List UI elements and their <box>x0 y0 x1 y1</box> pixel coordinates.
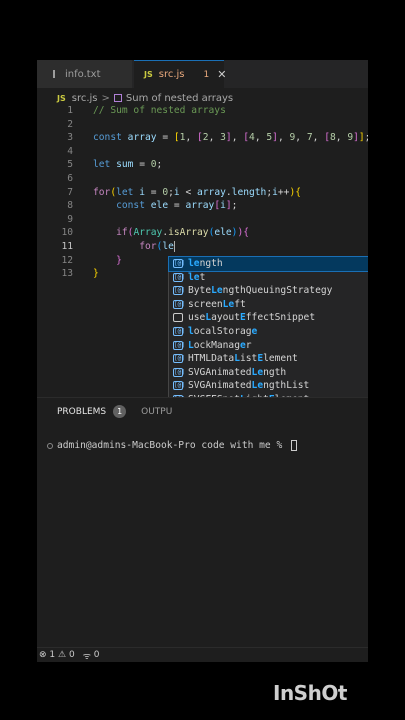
code-line: 7 for(let i = 0;i < array.length;i++){ <box>37 186 368 200</box>
line-number: 11 <box>61 241 73 252</box>
broadcast-icon: ᯤ <box>82 651 94 662</box>
symbol-icon <box>113 94 122 102</box>
property-icon: [@] <box>173 272 185 282</box>
property-icon: [@] <box>173 259 185 268</box>
breadcrumb-file[interactable]: src.js <box>72 93 98 104</box>
terminal-cursor <box>291 440 298 451</box>
suggestion-item[interactable]: [@] HTMLDataListElement <box>169 352 368 366</box>
error-count: 1 <box>49 650 56 660</box>
app-watermark: InShOt <box>273 681 347 705</box>
property-icon: [@] <box>173 381 185 391</box>
code-line: 4 <box>37 145 368 159</box>
close-icon[interactable]: ✕ <box>217 68 226 81</box>
line-number: 3 <box>67 132 73 144</box>
warning-count: 0 <box>68 650 75 660</box>
property-icon: [@] <box>173 299 185 309</box>
suggestion-item[interactable]: [@] screenLeft <box>169 298 368 312</box>
line-number: 9 <box>67 213 73 225</box>
code-line: 5 let sum = 0; <box>37 158 368 172</box>
terminal-status-icon <box>47 442 53 449</box>
suggestion-item[interactable]: [@] length <box>168 256 368 272</box>
tab-src-js[interactable]: JS src.js 1 ✕ <box>134 60 226 88</box>
code-line: 9 <box>37 213 368 227</box>
ports-status[interactable]: ᯤ 0 <box>83 649 100 662</box>
warning-icon: ⚠ <box>58 650 69 660</box>
js-file-icon: JS <box>144 70 153 79</box>
breadcrumb-separator: > <box>101 92 110 104</box>
snippet-icon <box>173 313 183 323</box>
line-number: 5 <box>67 159 73 171</box>
property-icon: [@] <box>173 340 185 350</box>
tab-info-txt[interactable]: info.txt <box>37 60 132 88</box>
js-file-icon: JS <box>57 93 66 103</box>
line-number: 13 <box>61 268 73 280</box>
info-file-icon <box>53 70 60 78</box>
tab-label: info.txt <box>65 68 101 80</box>
panel-tabs: PROBLEMS 1 OUTPU <box>57 404 172 419</box>
code-line: 6 <box>37 172 368 186</box>
tab-label: src.js <box>158 69 185 80</box>
bottom-panel: PROBLEMS 1 OUTPU admin@admins-MacBook-Pr… <box>37 397 368 662</box>
code-line: 11 for(le <box>37 240 368 254</box>
property-icon: [@] <box>173 286 185 296</box>
problem-count-badge: 1 <box>203 69 210 80</box>
code-line: 3 const array = [1, [2, 3], [4, 5], 9, 7,… <box>37 131 368 145</box>
breadcrumb: JS src.js > Sum of nested arrays <box>57 91 233 105</box>
property-icon: [@] <box>173 354 185 364</box>
text-cursor <box>173 240 175 252</box>
line-number: 4 <box>67 145 73 157</box>
ports-count: 0 <box>93 650 100 660</box>
status-bar: ⊗ 1 ⚠ 0 ᯤ 0 <box>37 647 368 662</box>
terminal-prompt: admin@admins-MacBook-Pro code with me % <box>57 440 289 451</box>
suggestion-item[interactable]: [@] localStorage <box>169 325 368 339</box>
suggestion-item[interactable]: [@] SVGAnimatedLengthList <box>169 379 368 393</box>
error-icon: ⊗ <box>39 650 50 660</box>
terminal-line[interactable]: admin@admins-MacBook-Pro code with me % <box>47 440 298 451</box>
suggestion-item[interactable]: useLayoutEffectSnippet <box>169 311 368 325</box>
suggestion-item[interactable]: [@] LockManager <box>169 339 368 353</box>
tab-bar: info.txt JS src.js 1 ✕ <box>37 60 368 88</box>
code-line: 8 const ele = array[i]; <box>37 199 368 213</box>
problems-count-badge: 1 <box>113 405 127 418</box>
editor-window: info.txt JS src.js 1 ✕ JS src.js > Sum o… <box>37 60 368 662</box>
line-number: 1 <box>67 105 73 116</box>
code-line: 10 if(Array.isArray(ele)){ <box>37 226 368 240</box>
code-line: 1// Sum of nested arrays <box>37 104 368 118</box>
line-number: 2 <box>67 118 73 130</box>
problems-tab[interactable]: PROBLEMS <box>57 407 106 417</box>
output-tab[interactable]: OUTPU <box>141 407 172 417</box>
line-number: 6 <box>67 173 73 184</box>
line-number: 12 <box>61 254 73 266</box>
property-icon: [@] <box>173 326 185 336</box>
suggestion-item[interactable]: [@] ByteLengthQueuingStrategy <box>169 284 368 298</box>
line-number: 10 <box>61 227 73 239</box>
property-icon: [@] <box>173 367 185 377</box>
suggestion-item[interactable]: [@] let <box>169 271 368 285</box>
line-number: 7 <box>67 186 73 198</box>
breadcrumb-symbol[interactable]: Sum of nested arrays <box>126 93 233 104</box>
suggestion-item[interactable]: [@] SVGAnimatedLength <box>169 366 368 380</box>
code-line: 2 <box>37 118 368 132</box>
line-number: 8 <box>67 200 73 212</box>
errors-status[interactable]: ⊗ 1 ⚠ 0 <box>39 650 75 660</box>
